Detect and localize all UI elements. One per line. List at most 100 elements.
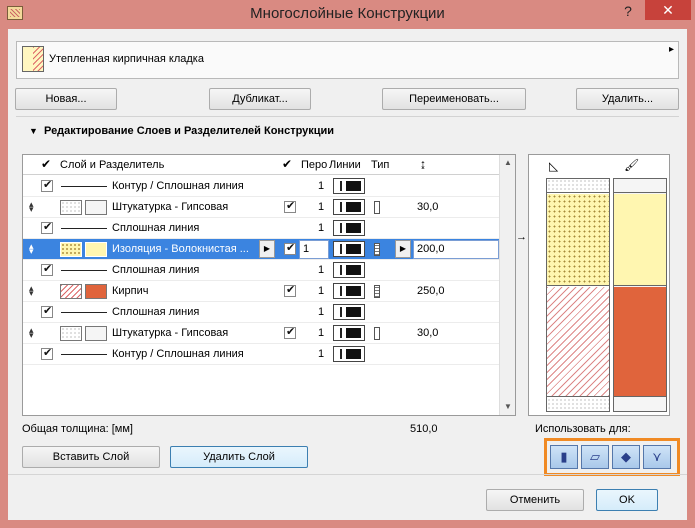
line-type-picker[interactable] (333, 199, 365, 215)
title-bar: Многослойные Конструкции ? ✕ (0, 0, 695, 29)
row-checkbox[interactable] (41, 304, 53, 318)
menu-arrow-icon[interactable]: ▸ (669, 44, 674, 55)
help-button[interactable]: ? (618, 3, 638, 23)
row-checkbox[interactable] (41, 178, 53, 192)
row-thickness[interactable]: 30,0 (417, 327, 438, 339)
line-type-picker[interactable] (333, 325, 365, 341)
row-label: Изоляция - Волокнистая ... (112, 243, 249, 255)
structure-type-icon[interactable] (374, 243, 380, 256)
duplicate-button[interactable]: Дубликат... (209, 88, 311, 110)
delete-layer-button[interactable]: Удалить Слой (170, 446, 308, 468)
use-for-label: Использовать для: (535, 423, 631, 435)
line-type-picker[interactable] (333, 220, 365, 236)
row-pen[interactable]: 1 (313, 180, 329, 192)
use-for-toolbar: ▮ ▱ ◆ ⋎ (544, 438, 680, 476)
structure-view-icon: ◺ (549, 159, 559, 173)
line-type-picker[interactable] (333, 283, 365, 299)
row-checkbox[interactable] (284, 325, 296, 339)
fill-swatch[interactable] (60, 242, 82, 257)
row-checkbox[interactable] (284, 241, 296, 255)
table-row[interactable]: Контур / Сплошная линия 1 (23, 176, 499, 197)
header-lines: Линии (329, 159, 361, 171)
row-pen[interactable]: 1 (313, 222, 329, 234)
table-row[interactable]: Сплошная линия 1 (23, 260, 499, 281)
row-pen[interactable]: 1 (313, 264, 329, 276)
dialog-window: Многослойные Конструкции ? ✕ Утепленная … (0, 0, 695, 528)
table-scrollbar[interactable]: ▲ ▼ (499, 155, 515, 415)
header-pen: Перо (301, 159, 328, 171)
new-button[interactable]: Новая... (15, 88, 117, 110)
line-sample (61, 228, 107, 229)
color-column (613, 178, 667, 412)
structure-type-icon[interactable] (374, 327, 380, 340)
row-checkbox[interactable] (41, 220, 53, 234)
table-row-selected[interactable]: ▴▾ Изоляция - Волокнистая ... ▶ 1 ▶ 200,… (23, 239, 499, 260)
structure-type-icon[interactable] (374, 285, 380, 298)
row-pen[interactable]: 1 (313, 327, 329, 339)
close-button[interactable]: ✕ (645, 0, 691, 20)
color-swatch[interactable] (85, 326, 107, 341)
slab-tool-icon[interactable]: ▱ (581, 445, 609, 469)
collapse-arrow-icon[interactable]: ▼ (29, 126, 38, 136)
rename-button[interactable]: Переименовать... (382, 88, 526, 110)
paint-brush-icon: 🖌 (624, 158, 640, 172)
fill-swatch[interactable] (60, 326, 82, 341)
header-type: Тип (371, 159, 390, 171)
table-row[interactable]: Сплошная линия 1 (23, 218, 499, 239)
pen-field[interactable]: 1 (299, 240, 329, 259)
drag-handle-icon[interactable]: ▴ ▾ (29, 200, 37, 214)
color-swatch[interactable] (85, 242, 107, 257)
insert-layer-button[interactable]: Вставить Слой (22, 446, 160, 468)
scroll-up-icon[interactable]: ▲ (500, 155, 516, 171)
header-check-icon: ✔ (41, 157, 52, 171)
section-preview: ◺ 🖌 (528, 154, 670, 416)
composite-selector[interactable]: Утепленная кирпичная кладка ▸ (16, 41, 679, 79)
row-pen[interactable]: 1 (313, 201, 329, 213)
color-swatch[interactable] (85, 284, 107, 299)
wall-tool-icon[interactable]: ▮ (550, 445, 578, 469)
table-header: ✔ Слой и Разделитель ✔ Перо Линии Тип ↨ (23, 155, 499, 175)
table-row[interactable]: ▴▾ Штукатурка - Гипсовая 1 30,0 (23, 323, 499, 344)
row-checkbox[interactable] (284, 199, 296, 213)
row-checkbox[interactable] (41, 262, 53, 276)
fill-swatch[interactable] (60, 200, 82, 215)
drag-handle-icon[interactable]: ▴ ▾ (29, 284, 37, 298)
row-pen[interactable]: 1 (313, 285, 329, 297)
table-row[interactable]: ▴▾ Штукатурка - Гипсовая 1 30,0 (23, 197, 499, 218)
scroll-down-icon[interactable]: ▼ (500, 399, 516, 415)
cancel-button[interactable]: Отменить (486, 489, 584, 511)
line-sample (61, 270, 107, 271)
roof-tool-icon[interactable]: ◆ (612, 445, 640, 469)
table-row[interactable]: Сплошная линия 1 (23, 302, 499, 323)
line-type-picker[interactable] (333, 178, 365, 194)
line-type-picker[interactable] (333, 304, 365, 320)
fill-menu-arrow-icon[interactable]: ▶ (259, 240, 275, 258)
table-row[interactable]: ▴▾ Кирпич 1 250,0 (23, 281, 499, 302)
table-row[interactable]: Контур / Сплошная линия 1 (23, 344, 499, 365)
color-swatch[interactable] (85, 200, 107, 215)
ok-button[interactable]: OK (596, 489, 658, 511)
row-checkbox[interactable] (284, 283, 296, 297)
line-sample (61, 312, 107, 313)
delete-button[interactable]: Удалить... (576, 88, 679, 110)
type-menu-arrow-icon[interactable]: ▶ (395, 240, 411, 258)
row-checkbox[interactable] (41, 346, 53, 360)
row-label: Сплошная линия (112, 222, 200, 234)
drag-handle-icon[interactable]: ▴ ▾ (29, 326, 37, 340)
row-label: Сплошная линия (112, 264, 200, 276)
row-thickness[interactable]: 30,0 (417, 201, 438, 213)
header-check2-icon: ✔ (282, 157, 293, 171)
thickness-field[interactable]: 200,0 (413, 240, 499, 259)
line-type-picker[interactable] (333, 346, 365, 362)
shell-tool-icon[interactable]: ⋎ (643, 445, 671, 469)
row-pen[interactable]: 1 (313, 306, 329, 318)
row-pen[interactable]: 1 (313, 348, 329, 360)
line-type-picker[interactable] (333, 262, 365, 278)
fill-swatch[interactable] (60, 284, 82, 299)
row-thickness[interactable]: 250,0 (417, 285, 445, 297)
structure-type-icon[interactable] (374, 201, 380, 214)
drag-handle-icon[interactable]: ▴ ▾ (29, 242, 37, 256)
line-type-picker[interactable] (333, 241, 365, 257)
divider (16, 116, 679, 117)
row-label: Контур / Сплошная линия (112, 180, 244, 192)
